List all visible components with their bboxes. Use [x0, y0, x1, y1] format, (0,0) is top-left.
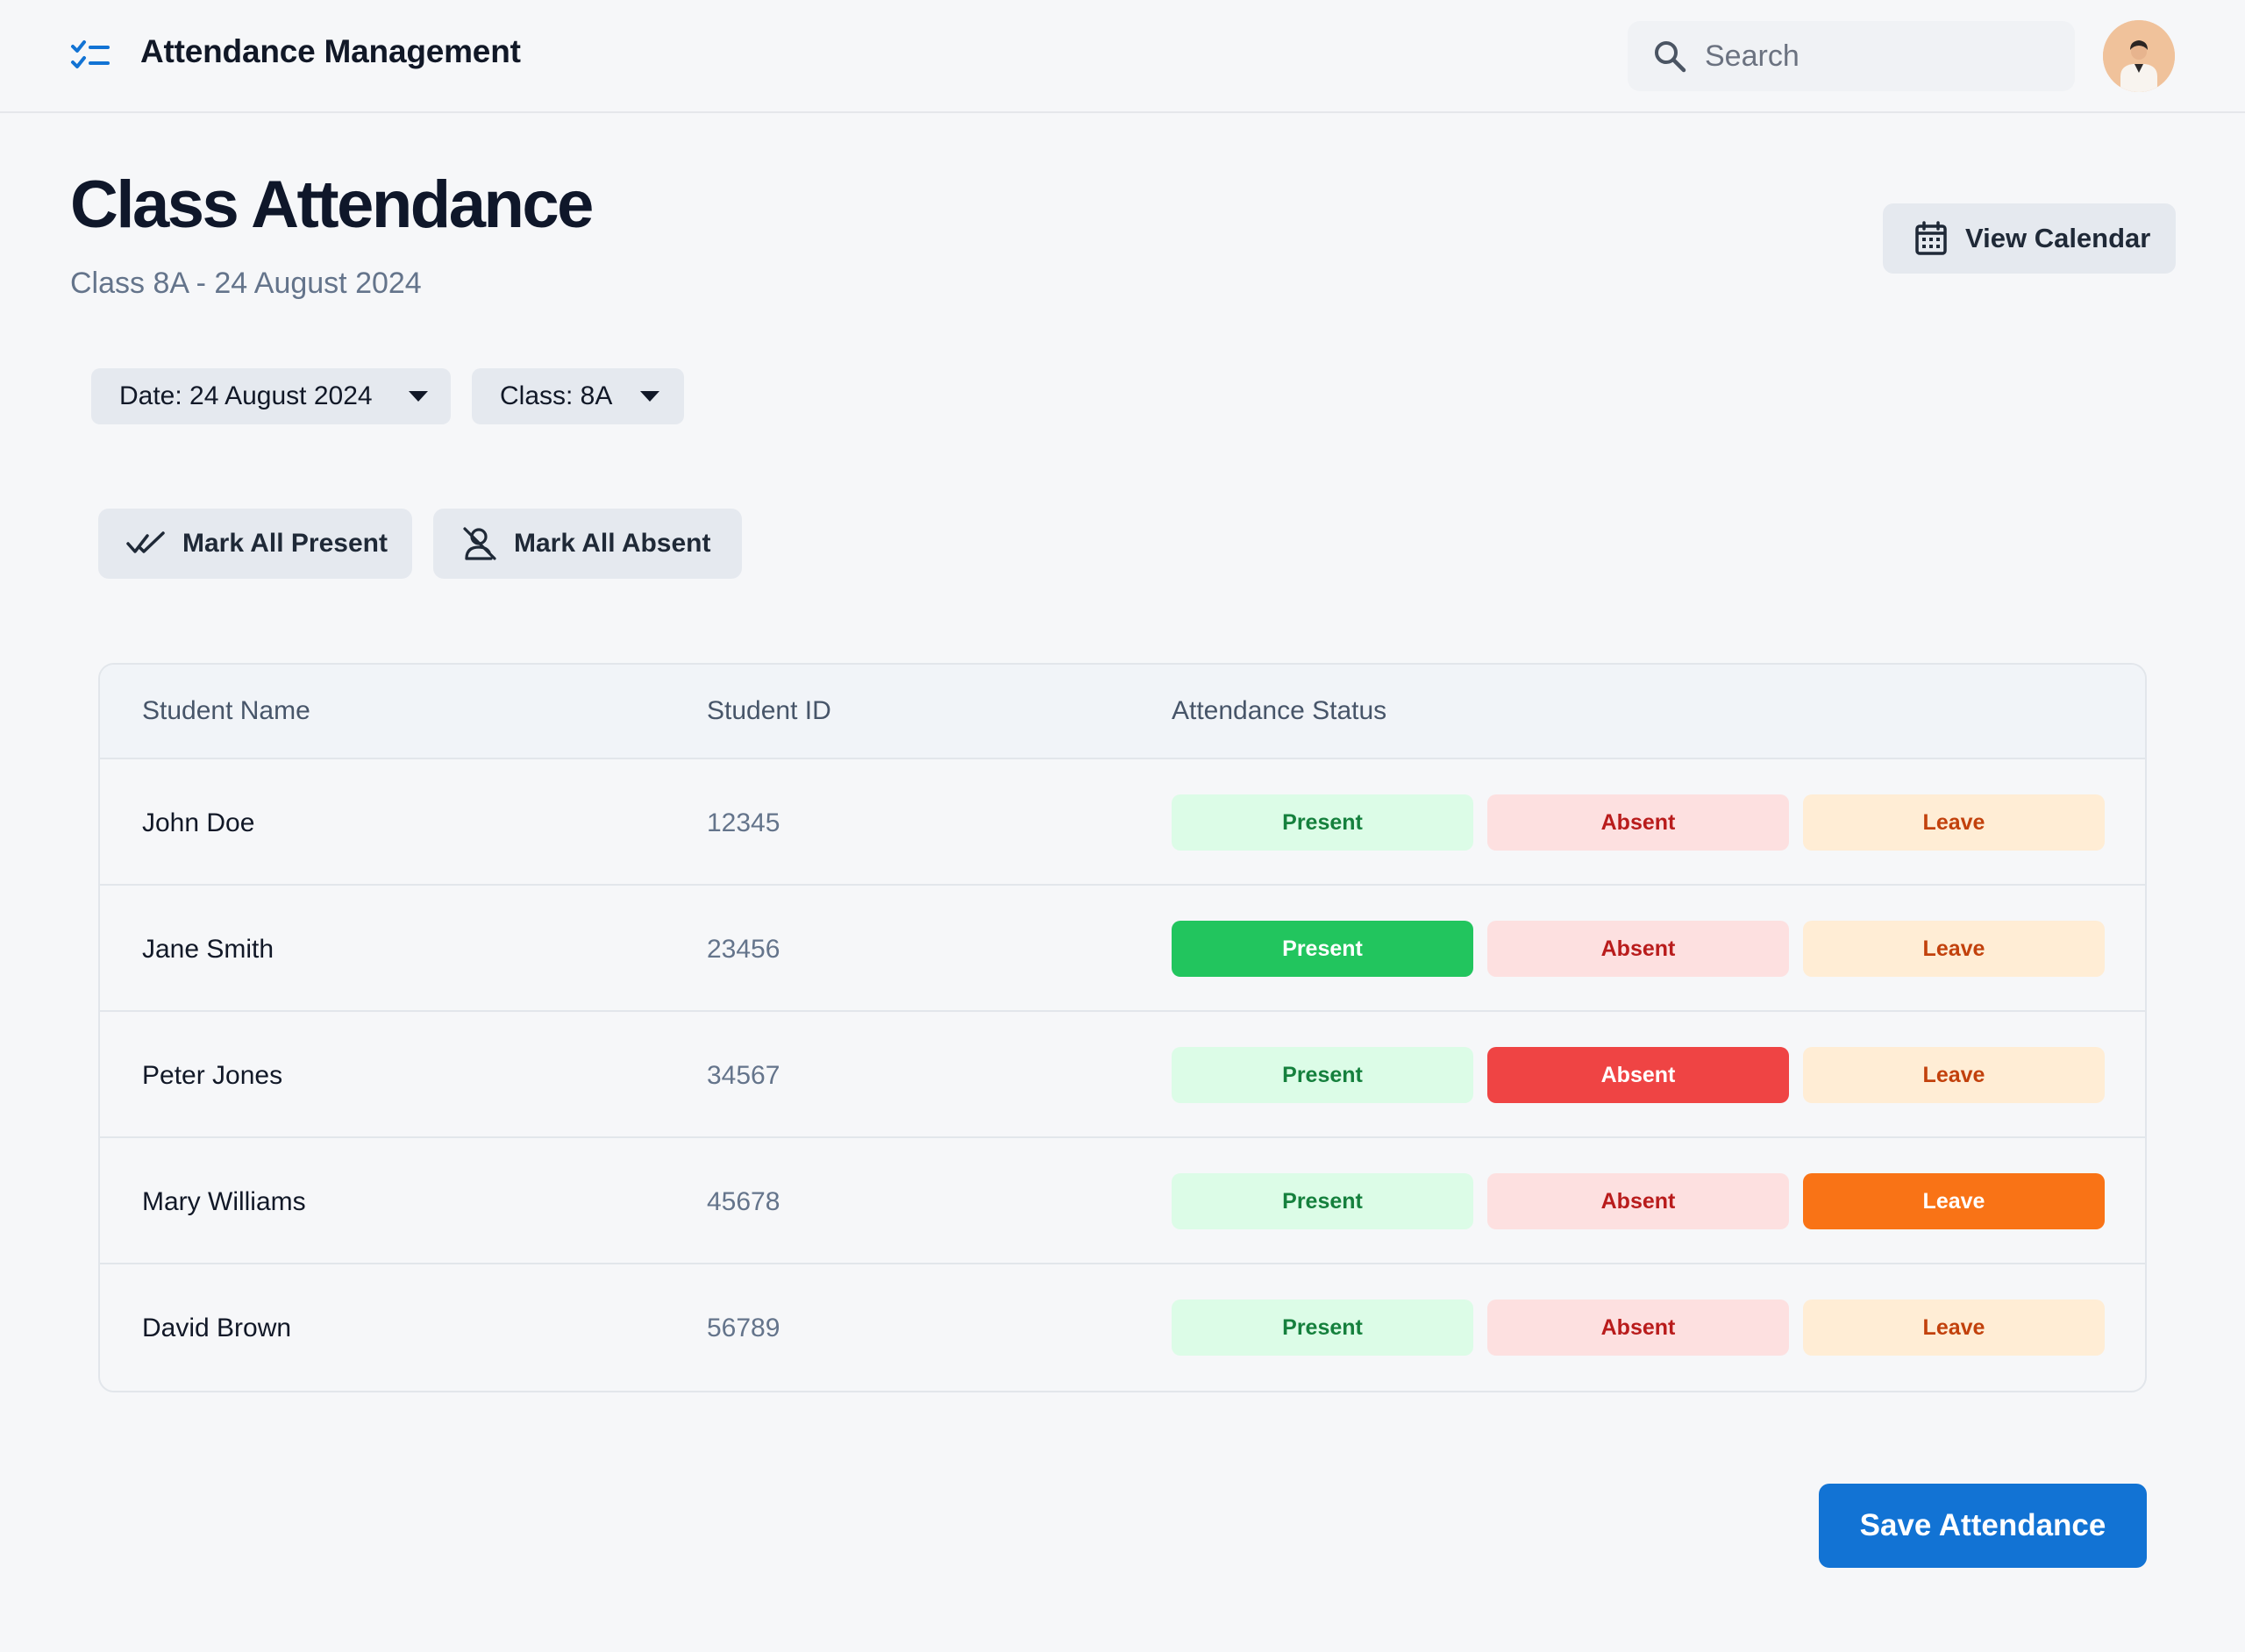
absent-button[interactable]: Absent [1487, 794, 1789, 851]
student-id: 34567 [707, 1061, 780, 1090]
student-name: David Brown [142, 1314, 292, 1342]
class-filter-dropdown[interactable]: Class: 8A [472, 368, 684, 424]
column-header-student-id: Student ID [707, 696, 831, 725]
present-button[interactable]: Present [1172, 1173, 1473, 1229]
view-calendar-label: View Calendar [1965, 223, 2151, 253]
leave-button[interactable]: Leave [1803, 794, 2105, 851]
attendance-table: Student Name Student ID Attendance Statu… [98, 663, 2147, 1392]
student-name: Mary Williams [142, 1187, 306, 1216]
table-row: Jane Smith 23456 Present Absent Leave [100, 886, 2145, 1012]
student-name: Peter Jones [142, 1061, 283, 1090]
absent-button[interactable]: Absent [1487, 1300, 1789, 1356]
absent-button[interactable]: Absent [1487, 921, 1789, 977]
search-icon [1655, 41, 1686, 73]
absent-button[interactable]: Absent [1487, 1047, 1789, 1103]
table-row: Peter Jones 34567 Present Absent Leave [100, 1012, 2145, 1138]
user-avatar-icon [2103, 20, 2175, 92]
student-id: 56789 [707, 1314, 780, 1342]
table-row: David Brown 56789 Present Absent Leave [100, 1264, 2145, 1391]
column-header-student-name: Student Name [142, 696, 310, 725]
checklist-icon [71, 40, 110, 68]
mark-all-absent-button[interactable]: Mark All Absent [433, 509, 742, 579]
search-input[interactable] [1705, 21, 2056, 91]
double-check-icon [126, 531, 165, 553]
present-button[interactable]: Present [1172, 1047, 1473, 1103]
leave-button[interactable]: Leave [1803, 1173, 2105, 1229]
mark-all-present-button[interactable]: Mark All Present [98, 509, 412, 579]
student-name: Jane Smith [142, 935, 274, 964]
student-id: 12345 [707, 808, 780, 837]
present-button[interactable]: Present [1172, 794, 1473, 851]
save-attendance-button[interactable]: Save Attendance [1819, 1484, 2147, 1568]
date-filter-label: Date: 24 August 2024 [119, 381, 373, 410]
table-row: John Doe 12345 Present Absent Leave [100, 759, 2145, 886]
top-bar: Attendance Management [0, 0, 2245, 113]
table-row: Mary Williams 45678 Present Absent Leave [100, 1138, 2145, 1264]
class-filter-label: Class: 8A [500, 381, 613, 410]
search-box[interactable] [1628, 21, 2075, 91]
page-subtitle: Class 8A - 24 August 2024 [70, 267, 422, 300]
present-button[interactable]: Present [1172, 1300, 1473, 1356]
mark-all-absent-label: Mark All Absent [514, 529, 711, 558]
app-title: Attendance Management [140, 33, 521, 69]
user-off-icon [463, 527, 496, 560]
column-header-attendance-status: Attendance Status [1172, 696, 1387, 725]
chevron-down-icon [409, 391, 428, 402]
present-button[interactable]: Present [1172, 921, 1473, 977]
absent-button[interactable]: Absent [1487, 1173, 1789, 1229]
student-id: 45678 [707, 1187, 780, 1216]
student-name: John Doe [142, 808, 255, 837]
date-filter-dropdown[interactable]: Date: 24 August 2024 [91, 368, 451, 424]
avatar[interactable] [2103, 20, 2175, 92]
view-calendar-button[interactable]: View Calendar [1883, 203, 2176, 274]
leave-button[interactable]: Leave [1803, 1300, 2105, 1356]
leave-button[interactable]: Leave [1803, 921, 2105, 977]
table-header: Student Name Student ID Attendance Statu… [100, 665, 2145, 759]
leave-button[interactable]: Leave [1803, 1047, 2105, 1103]
student-id: 23456 [707, 935, 780, 964]
mark-all-present-label: Mark All Present [182, 529, 388, 558]
page-title: Class Attendance [70, 167, 594, 242]
calendar-icon [1915, 221, 1947, 255]
chevron-down-icon [640, 391, 659, 402]
